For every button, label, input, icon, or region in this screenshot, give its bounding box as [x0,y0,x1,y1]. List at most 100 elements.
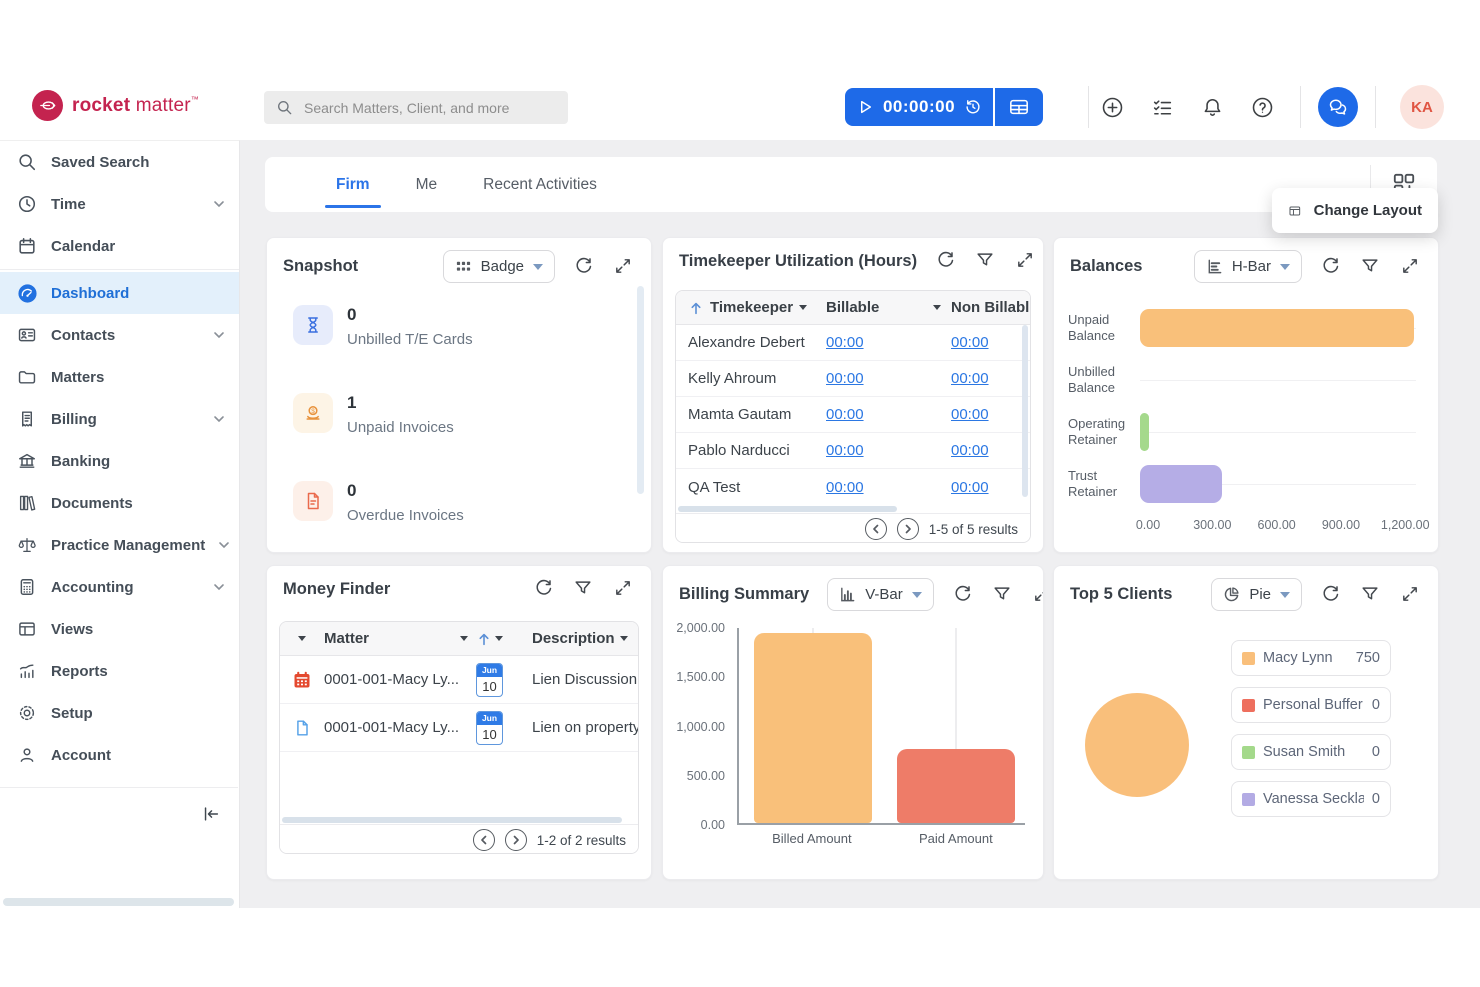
column-menu-caret-icon[interactable] [799,305,807,310]
snapshot-scrollbar[interactable] [637,286,644,494]
column-menu-caret-icon[interactable] [620,636,628,641]
table-horizontal-scrollbar[interactable] [676,505,1030,513]
refresh-icon[interactable] [1320,256,1342,278]
sidebar-item-saved-search[interactable]: Saved Search [0,141,239,183]
tab-me[interactable]: Me [397,157,457,212]
billable-hours-link[interactable]: 00:00 [826,406,864,423]
collapse-sidebar-icon[interactable] [198,801,224,827]
table-row[interactable]: QA Test 00:00 00:00 [676,469,1030,505]
column-menu-caret-icon[interactable] [933,305,941,310]
rocket-matter-logo[interactable]: rocket matter™ [32,90,199,121]
top5-view-dropdown[interactable]: Pie [1211,578,1302,611]
non-billable-hours-link[interactable]: 00:00 [951,334,989,351]
tab-firm[interactable]: Firm [317,157,389,212]
sidebar-item-dashboard[interactable]: Dashboard [0,272,239,314]
billable-hours-link[interactable]: 00:00 [826,370,864,387]
column-header-billable[interactable]: Billable [826,299,951,316]
non-billable-hours-link[interactable]: 00:00 [951,442,989,459]
sidebar-item-calendar[interactable]: Calendar [0,225,239,267]
user-avatar[interactable]: KA [1400,85,1444,129]
chart-icon [16,660,38,682]
sidebar-item-matters[interactable]: Matters [0,356,239,398]
column-menu-caret-icon[interactable] [460,636,468,641]
sidebar-item-reports[interactable]: Reports [0,650,239,692]
search-input[interactable] [264,91,568,124]
table-row[interactable]: Kelly Ahroum 00:00 00:00 [676,361,1030,397]
table-vertical-scrollbar[interactable] [1022,325,1028,497]
chevron-down-icon [213,581,225,593]
expand-icon[interactable] [1015,250,1037,272]
non-billable-hours-link[interactable]: 00:00 [951,406,989,423]
sidebar-item-time[interactable]: Time [0,183,239,225]
column-header-date[interactable] [476,631,532,647]
help-icon[interactable] [1250,95,1274,119]
table-row[interactable]: 0001-001-Macy Ly... Jun10 Lien on proper… [280,704,638,752]
legend-item-vanessa-seckla[interactable]: Vanessa Seckla 0 [1231,781,1391,817]
column-menu-caret-icon[interactable] [495,636,503,641]
filter-icon[interactable] [1360,584,1382,606]
chat-icon[interactable] [1318,87,1358,127]
table-row[interactable]: Mamta Gautam 00:00 00:00 [676,397,1030,433]
snapshot-item-overdue-invoices[interactable]: 0 Overdue Invoices [293,481,651,553]
change-layout-button[interactable]: Change Layout [1272,188,1438,233]
sidebar-item-contacts[interactable]: Contacts [0,314,239,356]
column-header-timekeeper[interactable]: Timekeeper [676,299,826,316]
sidebar-item-setup[interactable]: Setup [0,692,239,734]
legend-item-susan-smith[interactable]: Susan Smith 0 [1231,734,1391,770]
timer-grid-button[interactable] [993,88,1043,126]
column-menu-caret-icon[interactable] [298,636,306,641]
sidebar-item-billing[interactable]: Billing [0,398,239,440]
refresh-icon[interactable] [1320,584,1342,606]
sidebar-item-banking[interactable]: Banking [0,440,239,482]
bell-icon[interactable] [1200,95,1224,119]
snapshot-item-unpaid-invoices[interactable]: $ 1 Unpaid Invoices [293,393,651,481]
filter-icon[interactable] [975,250,997,272]
previous-page-icon[interactable] [473,829,495,851]
filter-icon[interactable] [1360,256,1382,278]
snapshot-view-dropdown[interactable]: Badge [443,250,555,283]
billing-view-dropdown[interactable]: V-Bar [827,578,934,611]
tab-recent-activities[interactable]: Recent Activities [464,157,616,212]
sidebar-scrollbar[interactable] [3,898,234,906]
snapshot-item-unbilled-te[interactable]: 0 Unbilled T/E Cards [293,305,651,393]
legend-item-personal-buffer[interactable]: Personal Buffer 0 [1231,687,1391,723]
billable-hours-link[interactable]: 00:00 [826,442,864,459]
refresh-icon[interactable] [935,250,957,272]
expand-icon[interactable] [613,256,635,278]
sidebar-item-documents[interactable]: Documents [0,482,239,524]
table-horizontal-scrollbar[interactable] [280,816,638,824]
non-billable-hours-link[interactable]: 00:00 [951,479,989,496]
billable-hours-link[interactable]: 00:00 [826,334,864,351]
expand-icon[interactable] [613,578,635,600]
legend-item-macy-lynn[interactable]: Macy Lynn 750 [1231,640,1391,676]
expand-icon[interactable] [1400,256,1422,278]
table-row[interactable]: Pablo Narducci 00:00 00:00 [676,433,1030,469]
timer-start-button[interactable]: 00:00:00 [845,88,993,126]
non-billable-hours-link[interactable]: 00:00 [951,370,989,387]
column-header-description[interactable]: Description [532,630,638,647]
balances-view-dropdown[interactable]: H-Bar [1194,250,1302,283]
billable-hours-link[interactable]: 00:00 [826,479,864,496]
add-plus-icon[interactable] [1100,95,1124,119]
table-row[interactable]: 0001-001-Macy Ly... Jun10 Lien Discussio… [280,656,638,704]
column-header-non-billable[interactable]: Non Billable [951,299,1030,316]
column-header-matter[interactable]: Matter [324,630,476,647]
previous-page-icon[interactable] [865,518,887,540]
refresh-icon[interactable] [533,578,555,600]
refresh-icon[interactable] [952,584,974,606]
calendar-icon [16,235,38,257]
tasks-checklist-icon[interactable] [1150,95,1174,119]
sidebar-item-accounting[interactable]: Accounting [0,566,239,608]
refresh-icon[interactable] [573,256,595,278]
sidebar-item-account[interactable]: Account [0,734,239,776]
sidebar-item-practice-management[interactable]: Practice Management [0,524,239,566]
sidebar-item-views[interactable]: Views [0,608,239,650]
filter-icon[interactable] [573,578,595,600]
column-header-type[interactable] [280,636,324,641]
table-row[interactable]: Alexandre Debert 00:00 00:00 [676,325,1030,361]
filter-icon[interactable] [992,584,1014,606]
next-page-icon[interactable] [505,829,527,851]
next-page-icon[interactable] [897,518,919,540]
expand-icon[interactable] [1400,584,1422,606]
expand-icon[interactable] [1032,584,1044,606]
